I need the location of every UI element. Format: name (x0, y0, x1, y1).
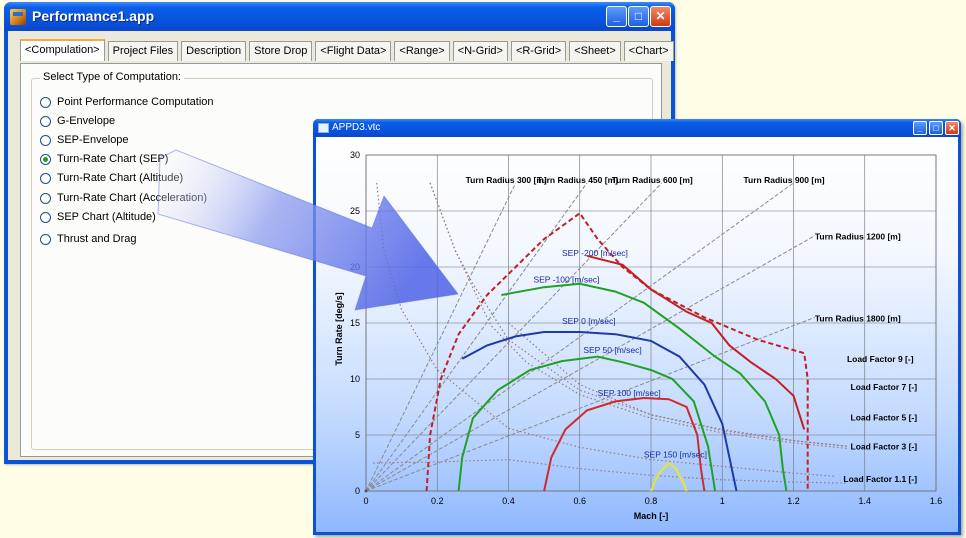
x-tick-label: 1.4 (858, 496, 871, 506)
x-axis-label: Mach [-] (634, 511, 669, 521)
option-label: Turn-Rate Chart (Altitude) (57, 172, 184, 184)
radio-icon[interactable] (40, 172, 51, 184)
sep-series-label: SEP -100 [m/sec] (533, 275, 599, 285)
sep-series-label: SEP 50 [m/sec] (583, 345, 641, 355)
x-tick-label: 1.2 (787, 496, 800, 506)
main-window-title: Performance1.app (32, 8, 155, 24)
x-tick-label: 0.6 (573, 496, 586, 506)
origin-dot (364, 489, 368, 493)
chart-window: APPD3.vtc _ □ ✕ 0 0.2 0.4 0.6 0.8 1 1.2 1.4 1.6 0… (313, 119, 961, 535)
y-tick-label: 25 (350, 206, 360, 216)
sep-series-label: SEP -200 [m/sec] (562, 248, 628, 258)
minimize-button[interactable]: _ (606, 6, 627, 27)
x-tick-label: 0 (363, 496, 368, 506)
maximize-button[interactable]: □ (628, 6, 649, 27)
y-tick-label: 10 (350, 374, 360, 384)
y-tick-label: 30 (350, 150, 360, 160)
tab-n-grid[interactable]: <N-Grid> (452, 41, 508, 61)
option-sep-envelope[interactable]: SEP-Envelope (40, 132, 129, 148)
app-icon (10, 9, 26, 25)
turn-radius-line (365, 182, 517, 492)
radio-icon[interactable] (40, 96, 51, 108)
turn-radius-line (365, 316, 816, 492)
radio-icon[interactable] (40, 192, 51, 204)
chart-window-title: APPD3.vtc (332, 122, 381, 133)
tab-store-drop[interactable]: Store Drop (249, 41, 313, 61)
option-label: Turn-Rate Chart (Acceleration) (57, 192, 207, 204)
close-button[interactable]: ✕ (650, 6, 671, 27)
load-factor-line (376, 182, 837, 477)
option-turn-rate-altitude[interactable]: Turn-Rate Chart (Altitude) (40, 170, 183, 186)
x-tick-label: 0.8 (645, 496, 658, 506)
sep-series-label: SEP 150 [m/sec] (644, 449, 707, 459)
load-factor-label: Load Factor 1.1 [-] (843, 474, 917, 484)
y-tick-label: 0 (355, 486, 360, 496)
load-factor-label: Load Factor 9 [-] (847, 354, 914, 364)
x-tick-label: 0.4 (502, 496, 515, 506)
tab-r-grid[interactable]: <R-Grid> (510, 41, 567, 61)
radio-icon[interactable] (40, 134, 51, 146)
tab-sheet[interactable]: <Sheet> (569, 41, 621, 61)
radio-icon[interactable] (40, 115, 51, 127)
turn-radius-label: Turn Radius 900 [m] (744, 175, 825, 185)
option-thrust-and-drag[interactable]: Thrust and Drag (40, 231, 136, 247)
tab-chart[interactable]: <Chart> (623, 41, 674, 61)
sep-series-line (461, 331, 738, 492)
option-label: SEP Chart (Altitude) (57, 211, 156, 223)
option-g-envelope[interactable]: G-Envelope (40, 113, 115, 129)
y-tick-label: 15 (350, 318, 360, 328)
tab-flight-data[interactable]: <Flight Data> (315, 41, 392, 61)
x-tick-label: 1.6 (930, 496, 943, 506)
tab-strip: <Compulation> Project Files Description … (20, 39, 677, 63)
tab-computation[interactable]: <Compulation> (20, 39, 105, 61)
turn-radius-label: Turn Radius 300 [m] (466, 175, 547, 185)
chart-minimize-button[interactable]: _ (913, 121, 927, 135)
turn-radius-label: Turn Radius 450 [m] (537, 175, 618, 185)
load-factor-line (429, 182, 847, 449)
main-titlebar[interactable]: Performance1.app _ □ ✕ (4, 2, 675, 31)
option-label: G-Envelope (57, 115, 116, 127)
x-tick-label: 1 (720, 496, 725, 506)
tab-range[interactable]: <Range> (394, 41, 450, 61)
turn-radius-label: Turn Radius 1800 [m] (815, 313, 901, 323)
chart-titlebar[interactable]: APPD3.vtc _ □ ✕ (313, 119, 961, 137)
tab-description[interactable]: Description (181, 41, 247, 61)
load-factor-label: Load Factor 5 [-] (851, 412, 918, 422)
load-factor-label: Load Factor 7 [-] (851, 382, 918, 392)
option-label: Turn-Rate Chart (SEP) (57, 153, 169, 165)
chart-maximize-button[interactable]: □ (929, 121, 943, 135)
turn-radius-line (365, 182, 588, 492)
option-turn-rate-acceleration[interactable]: Turn-Rate Chart (Acceleration) (40, 190, 207, 206)
y-tick-label: 5 (355, 430, 360, 440)
option-point-performance[interactable]: Point Performance Computation (40, 94, 214, 110)
y-tick-label: 20 (350, 262, 360, 272)
document-icon (318, 123, 329, 133)
chart-close-button[interactable]: ✕ (945, 121, 959, 135)
turn-radius-label: Turn Radius 600 [m] (612, 175, 693, 185)
option-label: Thrust and Drag (57, 233, 137, 245)
option-label: Point Performance Computation (57, 96, 214, 108)
x-tick-label: 0.2 (431, 496, 444, 506)
turn-radius-label: Turn Radius 1200 [m] (815, 232, 901, 242)
tab-project-files[interactable]: Project Files (107, 41, 179, 61)
chart-area: 0 0.2 0.4 0.6 0.8 1 1.2 1.4 1.6 0 5 10 15 20 25 30 Mach … (316, 137, 958, 532)
turn-rate-chart: 0 0.2 0.4 0.6 0.8 1 1.2 1.4 1.6 0 5 10 15 20 25 30 Mach … (334, 150, 943, 521)
radio-checked-icon[interactable] (40, 153, 51, 165)
option-label: SEP-Envelope (57, 134, 129, 146)
sep-series-label: SEP 0 [m/sec] (562, 316, 616, 326)
option-sep-chart-altitude[interactable]: SEP Chart (Altitude) (40, 209, 156, 225)
radio-icon[interactable] (40, 233, 51, 245)
radio-icon[interactable] (40, 211, 51, 223)
group-label: Select Type of Computation: (40, 71, 184, 83)
sep-series-label: SEP 100 [m/sec] (598, 388, 661, 398)
load-factor-label: Load Factor 3 [-] (851, 442, 918, 452)
option-turn-rate-sep[interactable]: Turn-Rate Chart (SEP) (40, 151, 168, 167)
load-factor-line (373, 458, 847, 484)
y-axis-label: Turn Rate [deg/s] (334, 292, 344, 365)
